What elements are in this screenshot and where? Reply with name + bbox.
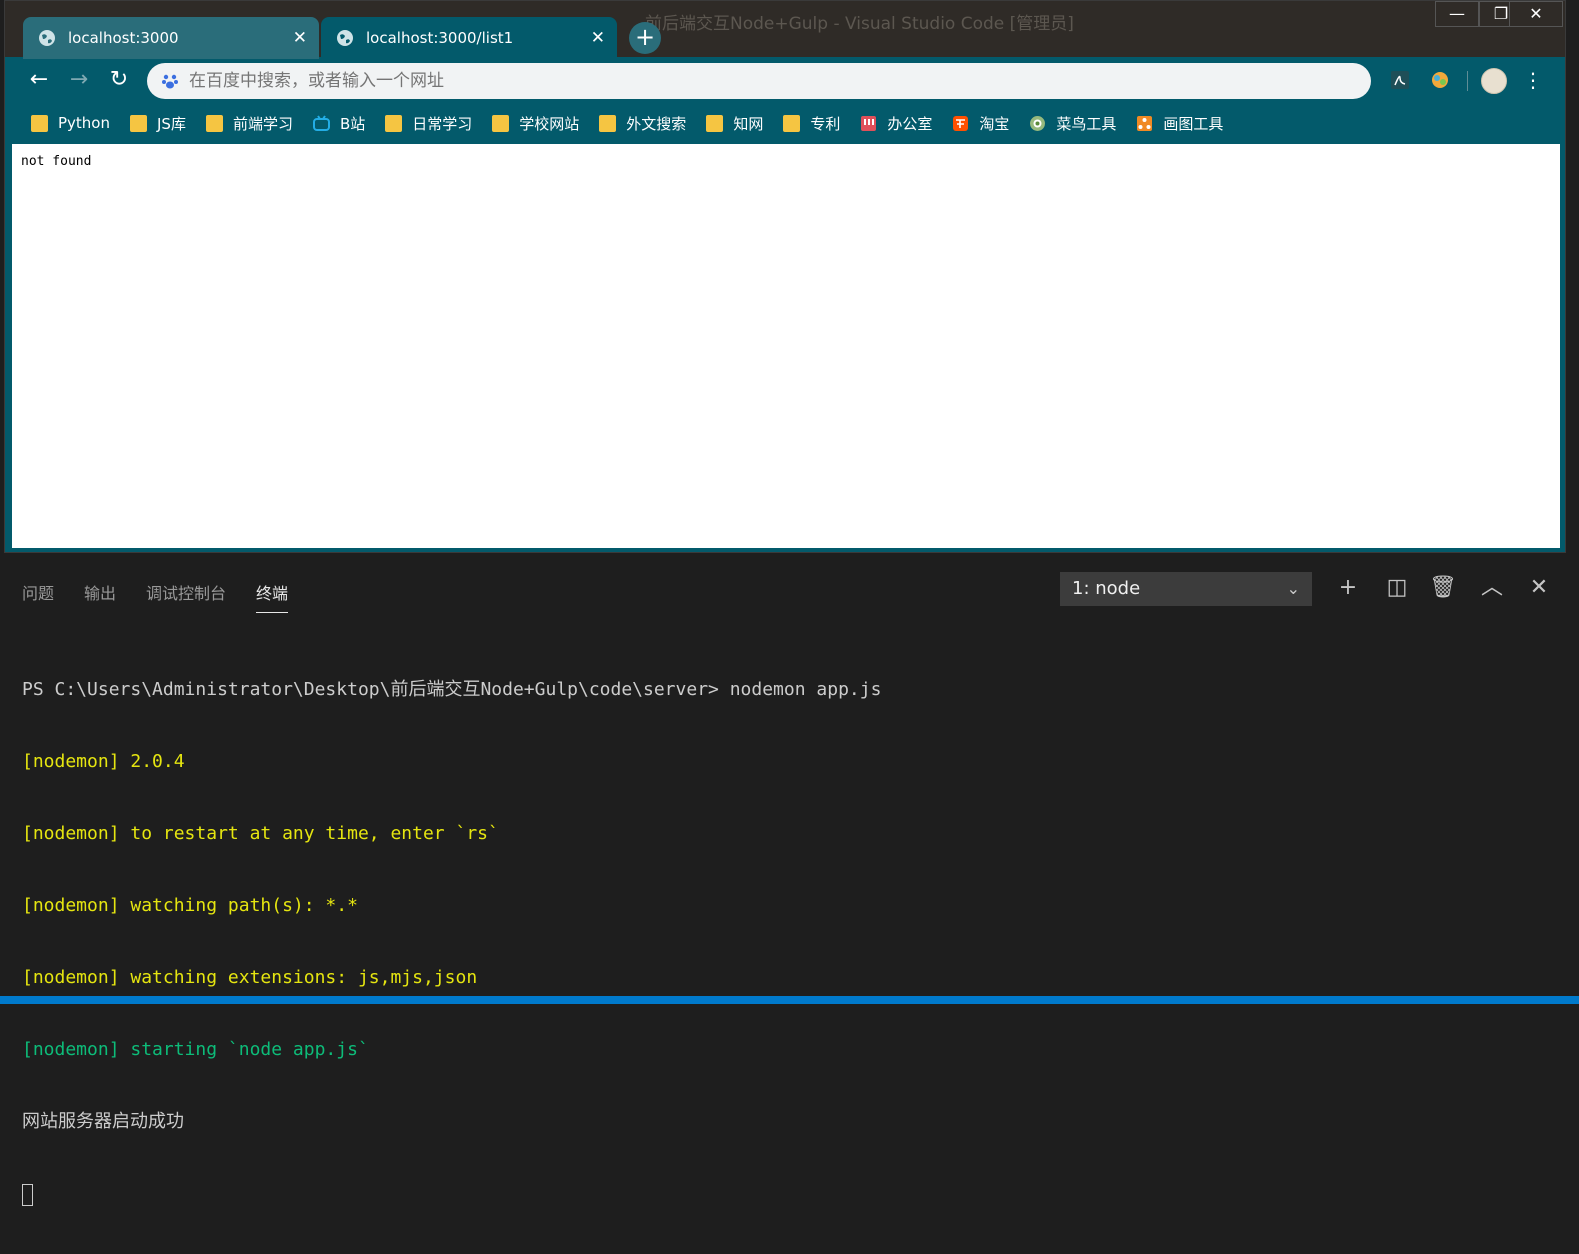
- new-tab-button[interactable]: +: [629, 22, 661, 54]
- folder-icon: [783, 114, 801, 132]
- runoob-icon: [1030, 115, 1046, 131]
- folder-icon: [492, 114, 510, 132]
- maximize-panel-icon[interactable]: ︿: [1478, 574, 1506, 602]
- pdf-extension-icon[interactable]: [1389, 69, 1411, 91]
- draw-tool-icon: [1137, 115, 1153, 131]
- terminal-line: [nodemon] starting `node app.js`: [22, 1039, 369, 1060]
- tab-output[interactable]: 输出: [84, 580, 116, 613]
- browser-toolbar: ← → ↻ ⋮: [5, 59, 1565, 103]
- bookmark-bilibili[interactable]: B站: [312, 108, 366, 138]
- terminal-line: 网站服务器启动成功: [22, 1111, 184, 1132]
- chevron-down-icon: ⌄: [1286, 579, 1300, 598]
- baidu-paw-icon: [162, 74, 178, 89]
- bookmark-label: JS库: [157, 114, 186, 133]
- tab-debug-console[interactable]: 调试控制台: [146, 580, 226, 613]
- bilibili-icon: [312, 114, 330, 131]
- terminal-line: [nodemon] to restart at any time, enter …: [22, 823, 499, 844]
- taobao-icon: [953, 115, 969, 131]
- tab-localhost-3000[interactable]: localhost:3000 ✕: [23, 17, 319, 59]
- bookmark-label: 菜鸟工具: [1056, 114, 1117, 133]
- bookmark-patent[interactable]: 专利: [783, 108, 840, 138]
- window-close-button[interactable]: ✕: [1509, 1, 1563, 27]
- terminal-line: [nodemon] watching extensions: js,mjs,js…: [22, 967, 478, 988]
- folder-icon: [385, 114, 403, 132]
- terminal-cursor-line: [22, 1182, 881, 1206]
- bookmark-frontend[interactable]: 前端学习: [205, 108, 293, 138]
- globe-icon: [337, 30, 353, 46]
- trash-icon[interactable]: 🗑: [1429, 574, 1457, 602]
- terminal-cursor: [22, 1184, 33, 1206]
- bookmark-label: 专利: [810, 114, 841, 133]
- bookmark-label: 学校网站: [519, 114, 580, 133]
- bookmark-cnki[interactable]: 知网: [706, 108, 763, 138]
- bookmark-taobao[interactable]: 淘宝: [952, 108, 1009, 138]
- bookmark-label: 前端学习: [232, 114, 293, 133]
- terminal-line: [nodemon] watching path(s): *.*: [22, 895, 358, 916]
- tab-localhost-3000-list1[interactable]: localhost:3000/list1 ✕: [321, 17, 617, 59]
- window-title-faded: 前后端交互Node+Gulp - Visual Studio Code [管理员…: [645, 14, 1074, 34]
- bookmark-python[interactable]: Python: [31, 108, 110, 138]
- bookmark-label: 日常学习: [412, 114, 473, 133]
- terminal-output[interactable]: PS C:\Users\Administrator\Desktop\前后端交互N…: [22, 630, 881, 1254]
- bookmark-label: B站: [339, 114, 366, 133]
- page-viewport: not found: [12, 144, 1560, 548]
- terminal-line: PS C:\Users\Administrator\Desktop\前后端交互N…: [22, 679, 882, 700]
- terminal-panel: 问题 输出 调试控制台 终端 1: node ⌄ + ◫ 🗑 ︿ ✕ PS C:…: [0, 560, 1579, 1206]
- bookmark-label: Python: [58, 114, 110, 132]
- folder-icon: [130, 114, 147, 132]
- bookmark-label: 外文搜索: [626, 114, 687, 133]
- tab-title: localhost:3000/list1: [366, 29, 514, 47]
- office-icon: [861, 115, 877, 131]
- bookmark-foreign-search[interactable]: 外文搜索: [599, 108, 686, 138]
- forward-arrow-icon[interactable]: →: [65, 67, 93, 95]
- search-input[interactable]: [189, 63, 1349, 99]
- bookmark-label: 画图工具: [1163, 114, 1224, 133]
- tab-title: localhost:3000: [68, 29, 179, 47]
- close-icon[interactable]: ✕: [293, 28, 307, 48]
- close-icon[interactable]: ✕: [591, 28, 605, 48]
- more-menu-icon[interactable]: ⋮: [1523, 67, 1543, 95]
- toolbar-separator: [1467, 71, 1468, 91]
- close-panel-icon[interactable]: ✕: [1525, 574, 1553, 602]
- globe-icon: [39, 30, 55, 46]
- folder-icon: [31, 114, 48, 132]
- tab-problems[interactable]: 问题: [22, 580, 54, 613]
- terminal-line: [nodemon] 2.0.4: [22, 751, 185, 772]
- split-terminal-icon[interactable]: ◫: [1383, 574, 1411, 602]
- status-bar: [0, 996, 1579, 1004]
- reload-icon[interactable]: ↻: [105, 67, 133, 95]
- bookmark-label: 知网: [733, 114, 764, 133]
- bookmark-draw-tool[interactable]: 画图工具: [1136, 108, 1223, 138]
- bookmarks-bar: Python JS库 前端学习 B站 日常学习 学校网站 外文搜索 知网 专利 …: [5, 105, 1565, 141]
- bookmark-daily[interactable]: 日常学习: [385, 108, 472, 138]
- panel-tabs: 问题 输出 调试控制台 终端: [22, 580, 318, 613]
- address-bar[interactable]: [147, 63, 1371, 99]
- bookmark-school[interactable]: 学校网站: [492, 108, 579, 138]
- avatar[interactable]: [1481, 68, 1507, 94]
- terminal-select[interactable]: 1: node ⌄: [1060, 572, 1312, 606]
- add-terminal-icon[interactable]: +: [1334, 574, 1362, 602]
- browser-window: 前后端交互Node+Gulp - Visual Studio Code [管理员…: [4, 0, 1566, 553]
- minimize-button[interactable]: —: [1435, 1, 1479, 27]
- terminal-select-value: 1: node: [1072, 578, 1141, 599]
- bookmark-label: 办公室: [887, 114, 933, 133]
- bookmark-js-lib[interactable]: JS库: [130, 108, 186, 138]
- bookmark-label: 淘宝: [979, 114, 1010, 133]
- folder-icon: [205, 114, 223, 132]
- back-arrow-icon[interactable]: ←: [25, 67, 53, 95]
- tab-terminal[interactable]: 终端: [256, 580, 289, 613]
- page-body-text: not found: [21, 154, 92, 169]
- bookmark-office[interactable]: 办公室: [860, 108, 932, 138]
- extension-icon[interactable]: [1429, 69, 1451, 91]
- folder-icon: [599, 114, 617, 132]
- bookmark-runoob[interactable]: 菜鸟工具: [1029, 108, 1116, 138]
- folder-icon: [706, 114, 724, 132]
